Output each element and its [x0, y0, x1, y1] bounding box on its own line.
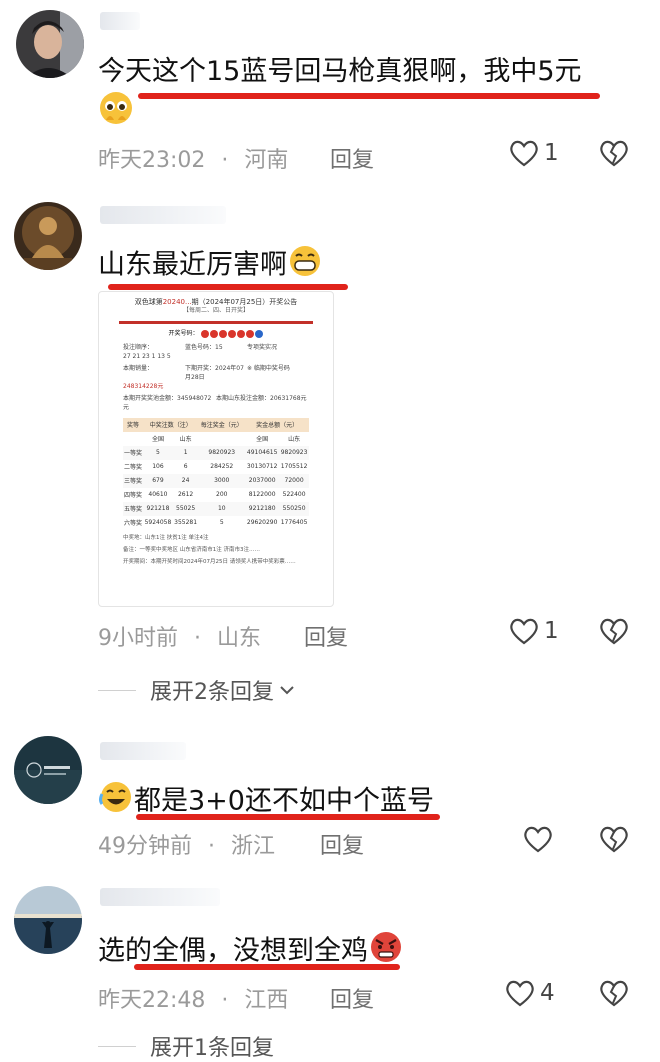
red-ball	[210, 329, 219, 338]
comment-location: 山东	[217, 626, 262, 651]
reply-button[interactable]: 回复	[330, 982, 374, 1014]
lottery-info-row: 本期销量： 下期开奖：2024年07月28日 ※ 临期中奖号码	[123, 364, 290, 381]
table-row: 三等奖 679 24 3000 2037000 72000	[123, 473, 309, 488]
broken-heart-icon	[598, 826, 630, 858]
red-underline	[136, 814, 440, 820]
like-count: 1	[544, 140, 559, 166]
table-header-row: 奖等 中奖注数（注） 每注奖金（元） 奖金总额（元）	[123, 417, 309, 432]
comment-location: 江西	[244, 988, 289, 1013]
lottery-title: 双色球第20240...期（2024年07月25日）开奖公告	[134, 298, 298, 306]
blue-ball	[255, 329, 264, 338]
prize-table: 奖等 中奖注数（注） 每注奖金（元） 奖金总额（元） 全国 山东 全国 山东 一等奖 5…	[123, 417, 309, 530]
lottery-footnote: 备注：一等奖中奖地区 山东省济南市1注 济南市3注……	[123, 546, 260, 553]
lottery-info-row: 27 21 23 1 13 5	[123, 352, 171, 360]
like-button[interactable]	[522, 824, 558, 854]
comment-text: 山东最近厉害啊	[98, 244, 323, 288]
red-ball	[219, 329, 228, 338]
table-row: 四等奖 40610 2612 200 8122000 522400	[124, 491, 306, 499]
heart-icon	[522, 824, 554, 854]
lottery-result-image[interactable]: 双色球第20240...期（2024年07月25日）开奖公告 【每周二、四、日开…	[98, 291, 334, 607]
table-row: 六等奖 5924058 355281 5 29620290 1776405	[124, 519, 308, 527]
comment-meta: 49分钟前 · 浙江	[98, 834, 276, 859]
username-blurred[interactable]	[100, 888, 220, 906]
comment-time: 49分钟前	[98, 834, 192, 859]
tears-of-joy-emoji	[98, 780, 134, 824]
like-count: 4	[540, 980, 555, 1006]
dislike-button[interactable]	[598, 138, 630, 172]
broken-heart-icon	[598, 140, 630, 172]
like-button[interactable]: 1	[508, 616, 559, 646]
lottery-footnote: 中奖地：山东1注 扶贫1注 单注4注	[123, 534, 209, 541]
expand-replies-button[interactable]: 展开2条回复	[98, 674, 296, 706]
lottery-pool-row: 本期开奖奖池金额：345948072元 本期山东投注金额：20631768元	[123, 394, 307, 411]
red-ball	[201, 329, 210, 338]
draw-numbers: 开奖号码：	[99, 328, 333, 338]
broken-heart-icon	[598, 980, 630, 1012]
dislike-button[interactable]	[598, 824, 630, 858]
comment-location: 河南	[244, 148, 289, 173]
heart-icon	[508, 616, 540, 646]
comment-text: 今天这个15蓝号回马枪真狠啊，我中5元	[98, 56, 582, 87]
username-blurred[interactable]	[100, 742, 186, 760]
divider-line	[98, 1045, 136, 1047]
sunset-person-avatar[interactable]	[14, 886, 82, 954]
lottery-info-row: 248314228元	[123, 382, 164, 390]
comment-location: 浙江	[231, 834, 276, 859]
table-row: 二等奖 106 6 284252 30130712 1705512	[124, 463, 308, 471]
lottery-schedule: 【每周二、四、日开奖】	[182, 307, 249, 314]
username-blurred[interactable]	[100, 206, 226, 224]
man-portrait-avatar[interactable]	[16, 10, 84, 78]
reply-button[interactable]: 回复	[320, 828, 364, 860]
broken-heart-icon	[598, 618, 630, 650]
heart-icon	[508, 138, 540, 168]
reply-button[interactable]: 回复	[304, 620, 348, 652]
pleading-face-emoji	[98, 90, 134, 130]
comment-meta: 昨天23:02 · 河南	[98, 148, 289, 173]
table-row: 五等奖 921218 55025 10 9212180 550250	[123, 501, 309, 516]
comment-time: 9小时前	[98, 626, 178, 651]
reply-button[interactable]: 回复	[330, 142, 374, 174]
username-blurred[interactable]	[100, 12, 140, 30]
red-underline	[138, 93, 600, 99]
lottery-info-row: 投注顺序： 蓝色号码：15 专项奖实况	[123, 343, 278, 351]
red-underline	[134, 964, 400, 970]
red-ball	[237, 329, 246, 338]
divider-line	[98, 689, 136, 691]
expand-replies-button[interactable]: 展开1条回复	[98, 1030, 274, 1062]
heart-icon	[504, 978, 536, 1008]
red-ball	[228, 329, 237, 338]
dislike-button[interactable]	[598, 978, 630, 1012]
comment-meta: 9小时前 · 山东	[98, 626, 262, 651]
red-ball	[246, 329, 255, 338]
table-row: 一等奖 5 1 9820923 49104615 9820923	[123, 445, 309, 460]
grinning-face-emoji	[287, 244, 323, 288]
comment-time: 昨天23:02	[98, 148, 206, 173]
like-button[interactable]: 4	[504, 978, 555, 1008]
dislike-button[interactable]	[598, 616, 630, 650]
lake-night-avatar[interactable]	[14, 736, 82, 804]
lottery-header-bar	[119, 321, 313, 324]
comment-meta: 昨天22:48 · 江西	[98, 988, 289, 1013]
chevron-down-icon	[278, 678, 296, 703]
comment-time: 昨天22:48	[98, 988, 206, 1013]
lottery-footnote: 开奖期间：本期开奖时间2024年07月25日 请领奖人携带中奖彩票……	[123, 558, 296, 565]
table-subheader-row: 全国 山东 全国 山东	[151, 436, 301, 443]
buddha-statue-avatar[interactable]	[14, 202, 82, 270]
like-button[interactable]: 1	[508, 138, 559, 168]
like-count: 1	[544, 618, 559, 644]
red-underline	[108, 284, 348, 290]
